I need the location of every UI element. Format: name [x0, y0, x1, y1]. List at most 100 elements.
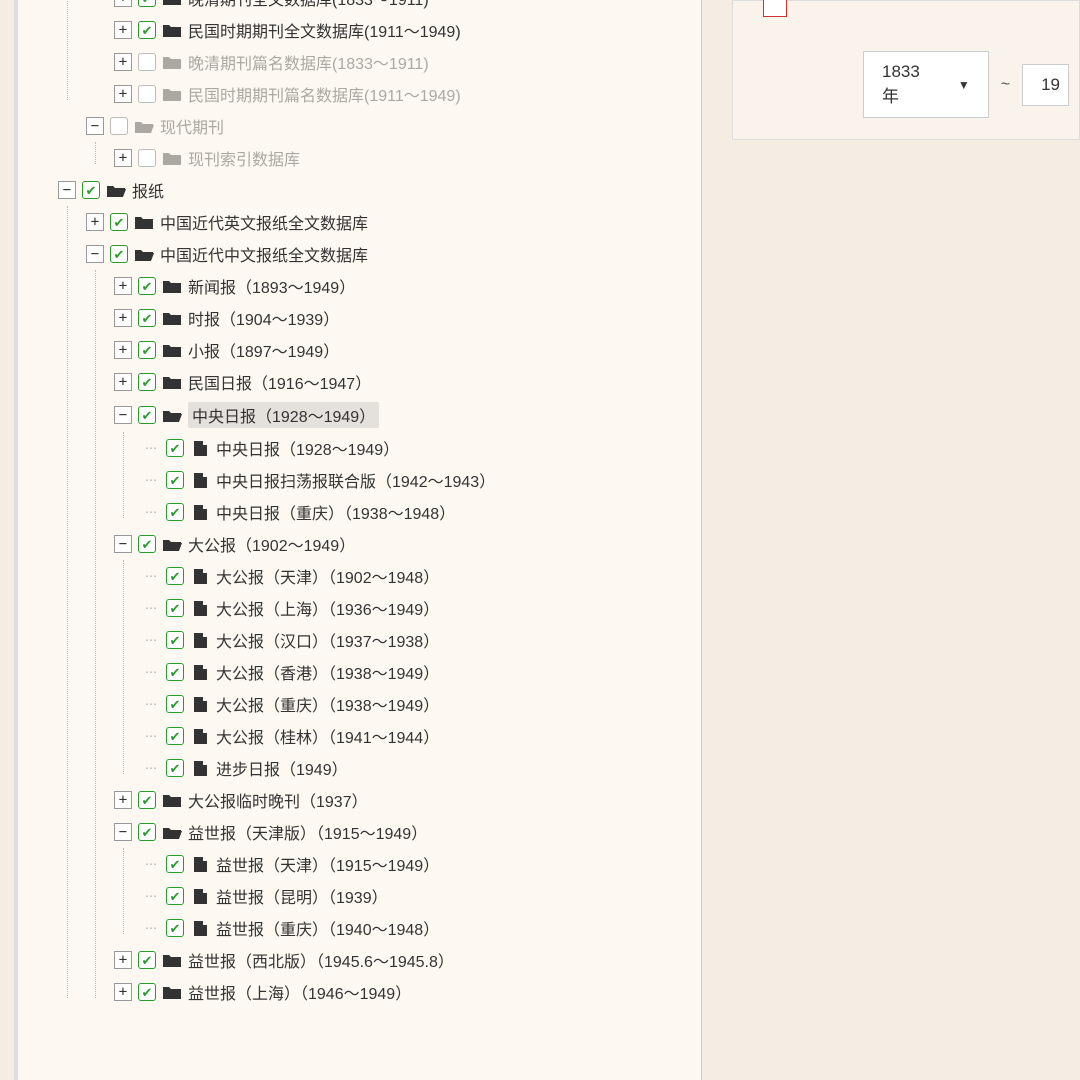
- checkbox[interactable]: [166, 599, 184, 617]
- node-label[interactable]: 新闻报（1893～1949）: [188, 274, 355, 298]
- node-label[interactable]: 中国近代英文报纸全文数据库: [160, 210, 368, 234]
- checkbox[interactable]: [138, 341, 156, 359]
- node-label[interactable]: 现刊索引数据库: [188, 146, 300, 170]
- expand-toggle[interactable]: +: [86, 213, 104, 231]
- folder-icon: [162, 22, 182, 38]
- folder-icon: [162, 342, 182, 358]
- node-label[interactable]: 大公报（香港）（1938～1949）: [216, 660, 439, 684]
- node-label[interactable]: 益世报（昆明）（1939）: [216, 884, 388, 908]
- node-label[interactable]: 中央日报（1928～1949）: [188, 402, 379, 428]
- collapse-toggle[interactable]: −: [114, 535, 132, 553]
- file-icon: [190, 568, 210, 584]
- checkbox[interactable]: [138, 983, 156, 1001]
- checkbox[interactable]: [110, 117, 128, 135]
- year-from-select[interactable]: 1833年 ▼: [863, 51, 989, 118]
- checkbox[interactable]: [138, 373, 156, 391]
- expand-toggle[interactable]: +: [114, 951, 132, 969]
- checkbox[interactable]: [138, 791, 156, 809]
- expand-toggle[interactable]: +: [114, 85, 132, 103]
- folder-icon: [134, 214, 154, 230]
- node-label[interactable]: 大公报（桂林）（1941～1944）: [216, 724, 439, 748]
- node-label[interactable]: 大公报临时晚刊（1937）: [188, 788, 368, 812]
- node-label[interactable]: 大公报（汉口）（1937～1938）: [216, 628, 439, 652]
- node-label[interactable]: 益世报（天津）（1915～1949）: [216, 852, 439, 876]
- checkbox[interactable]: [138, 823, 156, 841]
- checkbox[interactable]: [166, 471, 184, 489]
- node-label[interactable]: 中央日报（重庆）（1938～1948）: [216, 500, 455, 524]
- node-label[interactable]: 现代期刊: [160, 114, 224, 138]
- checkbox[interactable]: [138, 277, 156, 295]
- checkbox[interactable]: [166, 727, 184, 745]
- node-label[interactable]: 中国近代中文报纸全文数据库: [160, 242, 368, 266]
- year-to-select[interactable]: 19: [1022, 64, 1069, 106]
- checkbox[interactable]: [166, 759, 184, 777]
- node-label[interactable]: 晚清期刊全文数据库(1833～1911): [188, 0, 429, 10]
- node-label[interactable]: 报纸: [132, 178, 164, 202]
- checkbox[interactable]: [138, 21, 156, 39]
- checkbox[interactable]: [138, 0, 156, 7]
- expand-toggle[interactable]: +: [114, 277, 132, 295]
- node-label[interactable]: 益世报（上海）（1946～1949）: [188, 980, 411, 1004]
- checkbox[interactable]: [82, 181, 100, 199]
- folder-open-icon: [162, 407, 182, 423]
- expand-toggle[interactable]: +: [114, 149, 132, 167]
- expand-toggle[interactable]: +: [114, 309, 132, 327]
- folder-icon: [162, 984, 182, 1000]
- collapse-toggle[interactable]: −: [114, 823, 132, 841]
- node-label[interactable]: 中央日报（1928～1949）: [216, 436, 399, 460]
- checkbox[interactable]: [166, 503, 184, 521]
- checkbox[interactable]: [166, 887, 184, 905]
- checkbox[interactable]: [138, 406, 156, 424]
- node-label[interactable]: 时报（1904～1939）: [188, 306, 339, 330]
- checkbox[interactable]: [138, 535, 156, 553]
- node-label[interactable]: 益世报（天津版）（1915～1949）: [188, 820, 427, 844]
- node-label[interactable]: 进步日报（1949）: [216, 756, 348, 780]
- collapse-toggle[interactable]: −: [114, 406, 132, 424]
- checkbox[interactable]: [166, 567, 184, 585]
- node-label[interactable]: 大公报（1902～1949）: [188, 532, 355, 556]
- expand-toggle[interactable]: +: [114, 0, 132, 7]
- node-label[interactable]: 民国时期期刊全文数据库(1911～1949): [188, 18, 461, 42]
- checkbox[interactable]: [166, 663, 184, 681]
- expand-toggle[interactable]: +: [114, 373, 132, 391]
- year-from-value: 1833年: [882, 62, 928, 107]
- expand-toggle[interactable]: +: [114, 341, 132, 359]
- checkbox[interactable]: [166, 631, 184, 649]
- checkbox[interactable]: [110, 245, 128, 263]
- expand-toggle[interactable]: +: [114, 21, 132, 39]
- node-label[interactable]: 益世报（西北版）（1945.6～1945.8）: [188, 948, 454, 972]
- collapse-toggle[interactable]: −: [58, 181, 76, 199]
- checkbox[interactable]: [138, 951, 156, 969]
- node-label[interactable]: 晚清期刊篇名数据库(1833～1911): [188, 50, 429, 74]
- collapse-toggle[interactable]: −: [86, 245, 104, 263]
- file-icon: [190, 920, 210, 936]
- checkbox[interactable]: [166, 855, 184, 873]
- expand-toggle[interactable]: +: [114, 791, 132, 809]
- checkbox[interactable]: [166, 919, 184, 937]
- node-label[interactable]: 大公报（重庆）（1938～1949）: [216, 692, 439, 716]
- checkbox[interactable]: [138, 53, 156, 71]
- node-label[interactable]: 大公报（天津）（1902～1948）: [216, 564, 439, 588]
- file-icon: [190, 856, 210, 872]
- checkbox[interactable]: [166, 695, 184, 713]
- remove-filter-button[interactable]: [763, 0, 787, 17]
- folder-icon: [162, 278, 182, 294]
- expand-toggle[interactable]: +: [114, 53, 132, 71]
- checkbox[interactable]: [166, 439, 184, 457]
- checkbox[interactable]: [138, 309, 156, 327]
- expand-toggle[interactable]: +: [114, 983, 132, 1001]
- node-label[interactable]: 民国时期期刊篇名数据库(1911～1949): [188, 82, 461, 106]
- folder-open-icon: [106, 182, 126, 198]
- file-icon: [190, 504, 210, 520]
- node-label[interactable]: 益世报（重庆）（1940～1948）: [216, 916, 439, 940]
- node-label[interactable]: 小报（1897～1949）: [188, 338, 339, 362]
- checkbox[interactable]: [138, 149, 156, 167]
- folder-icon: [162, 86, 182, 102]
- node-label[interactable]: 大公报（上海）（1936～1949）: [216, 596, 439, 620]
- chevron-down-icon: ▼: [958, 78, 970, 92]
- checkbox[interactable]: [110, 213, 128, 231]
- node-label[interactable]: 民国日报（1916～1947）: [188, 370, 371, 394]
- node-label[interactable]: 中央日报扫荡报联合版（1942～1943）: [216, 468, 495, 492]
- checkbox[interactable]: [138, 85, 156, 103]
- collapse-toggle[interactable]: −: [86, 117, 104, 135]
